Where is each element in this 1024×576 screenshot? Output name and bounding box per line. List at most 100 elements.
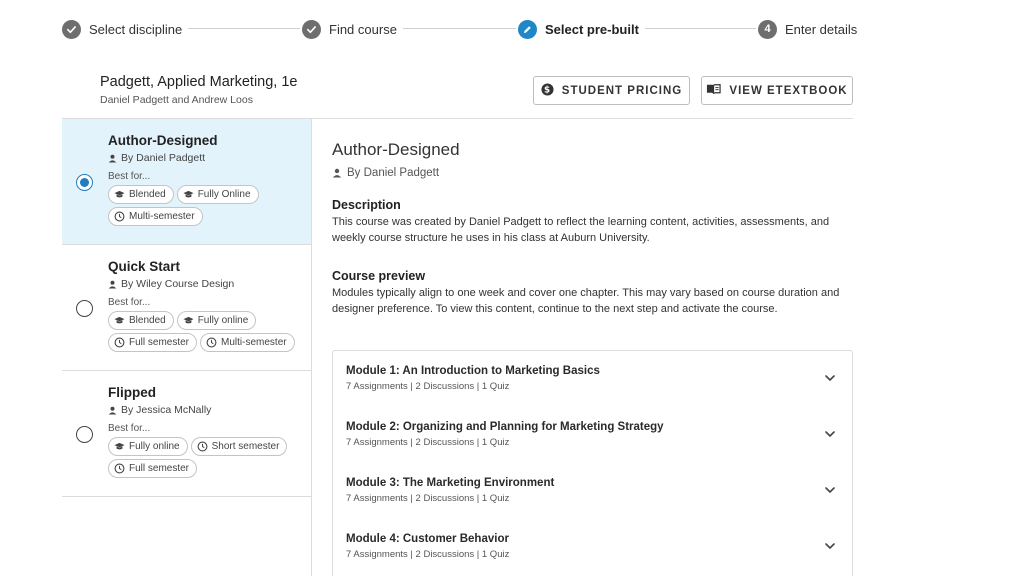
tag: Blended xyxy=(108,311,174,330)
best-for-label: Best for... xyxy=(108,297,151,308)
detail-author-text: By Daniel Padgett xyxy=(347,167,440,179)
step-find-course[interactable]: Find course xyxy=(302,18,403,40)
tag: Blended xyxy=(108,185,174,204)
clock-icon xyxy=(197,441,208,452)
module-title: Module 3: The Marketing Environment xyxy=(346,477,555,489)
tag: Full semester xyxy=(108,459,198,478)
option-author-text: By Jessica McNally xyxy=(121,404,212,416)
tag-label: Full semester xyxy=(129,463,190,474)
clock-icon xyxy=(114,337,125,348)
option-title: Quick Start xyxy=(108,259,181,274)
tag-label: Multi-semester xyxy=(129,211,195,222)
book-icon xyxy=(706,83,722,98)
tag: Multi-semester xyxy=(108,207,203,226)
tag-label: Blended xyxy=(129,315,166,326)
tag-list: Blended Fully Online Multi-semester xyxy=(108,185,308,226)
student-pricing-label: STUDENT PRICING xyxy=(561,84,683,97)
step-connector xyxy=(400,28,516,29)
module-title: Module 2: Organizing and Planning for Ma… xyxy=(346,421,664,433)
option-author: By Daniel Padgett xyxy=(108,152,308,164)
step-select-discipline[interactable]: Select discipline xyxy=(62,18,189,40)
option-title: Author-Designed xyxy=(108,133,218,148)
step-label: Enter details xyxy=(785,21,858,37)
svg-text:$: $ xyxy=(544,85,551,95)
option-flipped[interactable]: Flipped By Jessica McNally Best for... F… xyxy=(62,371,311,497)
tag-list: Blended Fully online Full semester Multi… xyxy=(108,311,308,352)
tag: Fully Online xyxy=(176,185,259,204)
description-heading: Description xyxy=(332,198,401,212)
tag-label: Multi-semester xyxy=(221,337,287,348)
module-meta: 7 Assignments | 2 Discussions | 1 Quiz xyxy=(346,381,510,392)
step-label: Select pre-built xyxy=(545,21,639,37)
description-text: This course was created by Daniel Padget… xyxy=(332,216,830,244)
module-title: Module 1: An Introduction to Marketing B… xyxy=(346,365,600,377)
option-author: By Wiley Course Design xyxy=(108,278,308,290)
course-preview-text: Modules typically align to one week and … xyxy=(332,287,840,315)
module-accordion: Module 1: An Introduction to Marketing B… xyxy=(332,350,853,576)
option-quick-start[interactable]: Quick Start By Wiley Course Design Best … xyxy=(62,245,311,371)
tag-label: Blended xyxy=(129,189,166,200)
clock-icon xyxy=(114,211,125,222)
option-author-text: By Daniel Padgett xyxy=(121,152,206,164)
tag-list: Fully online Short semester Full semeste… xyxy=(108,437,308,478)
tag: Fully online xyxy=(176,311,257,330)
tag: Fully online xyxy=(108,437,188,456)
module-meta: 7 Assignments | 2 Discussions | 1 Quiz xyxy=(346,437,510,448)
step-enter-details[interactable]: 4 Enter details xyxy=(758,18,864,40)
step-label: Select discipline xyxy=(89,21,183,37)
module-item[interactable]: Module 4: Customer Behavior 7 Assignment… xyxy=(333,519,852,575)
chevron-down-icon[interactable] xyxy=(824,372,836,384)
pencil-icon xyxy=(518,19,537,39)
best-for-label: Best for... xyxy=(108,171,151,182)
radio-unselected[interactable] xyxy=(76,300,93,317)
step-connector xyxy=(182,28,300,29)
chevron-down-icon[interactable] xyxy=(824,540,836,552)
step-connector xyxy=(640,28,756,29)
module-meta: 7 Assignments | 2 Discussions | 1 Quiz xyxy=(346,493,510,504)
tag-label: Fully online xyxy=(129,441,180,452)
step-select-pre-built[interactable]: Select pre-built xyxy=(518,18,645,40)
check-icon xyxy=(62,19,81,39)
tag: Short semester xyxy=(190,437,288,456)
graduation-cap-icon xyxy=(114,316,125,324)
graduation-cap-icon xyxy=(114,442,125,450)
graduation-cap-icon xyxy=(114,190,125,198)
person-icon xyxy=(108,280,117,289)
person-icon xyxy=(332,168,342,178)
view-etextbook-button[interactable]: VIEW ETEXTBOOK xyxy=(701,76,853,105)
clock-icon xyxy=(114,463,125,474)
person-icon xyxy=(108,154,117,163)
detail-title: Author-Designed xyxy=(332,140,460,159)
course-authors: Daniel Padgett and Andrew Loos xyxy=(100,94,253,106)
graduation-cap-icon xyxy=(183,190,194,198)
option-title: Flipped xyxy=(108,385,156,400)
tag: Full semester xyxy=(108,333,198,352)
tag-label: Fully Online xyxy=(197,189,251,200)
radio-selected[interactable] xyxy=(76,174,93,191)
check-icon xyxy=(302,19,321,39)
dollar-icon: $ xyxy=(541,82,554,99)
module-item[interactable]: Module 3: The Marketing Environment 7 As… xyxy=(333,463,852,519)
view-etextbook-label: VIEW ETEXTBOOK xyxy=(729,84,848,97)
tag-label: Fully online xyxy=(197,315,249,326)
radio-unselected[interactable] xyxy=(76,426,93,443)
module-item[interactable]: Module 2: Organizing and Planning for Ma… xyxy=(333,407,852,463)
clock-icon xyxy=(206,337,217,348)
module-title: Module 4: Customer Behavior xyxy=(346,533,509,545)
step-label: Find course xyxy=(329,21,397,37)
option-author-text: By Wiley Course Design xyxy=(121,278,235,290)
option-author: By Jessica McNally xyxy=(108,404,308,416)
course-option-list: Author-Designed By Daniel Padgett Best f… xyxy=(62,119,312,576)
chevron-down-icon[interactable] xyxy=(824,428,836,440)
chevron-down-icon[interactable] xyxy=(824,484,836,496)
course-preview-heading: Course preview xyxy=(332,269,426,283)
tag: Multi-semester xyxy=(200,333,295,352)
tag-label: Short semester xyxy=(211,441,280,452)
detail-author: By Daniel Padgett xyxy=(332,167,854,179)
student-pricing-button[interactable]: $ STUDENT PRICING xyxy=(533,76,690,105)
option-author-designed[interactable]: Author-Designed By Daniel Padgett Best f… xyxy=(62,119,311,245)
module-item[interactable]: Module 1: An Introduction to Marketing B… xyxy=(333,351,852,407)
person-icon xyxy=(108,406,117,415)
graduation-cap-icon xyxy=(183,316,194,324)
best-for-label: Best for... xyxy=(108,423,151,434)
